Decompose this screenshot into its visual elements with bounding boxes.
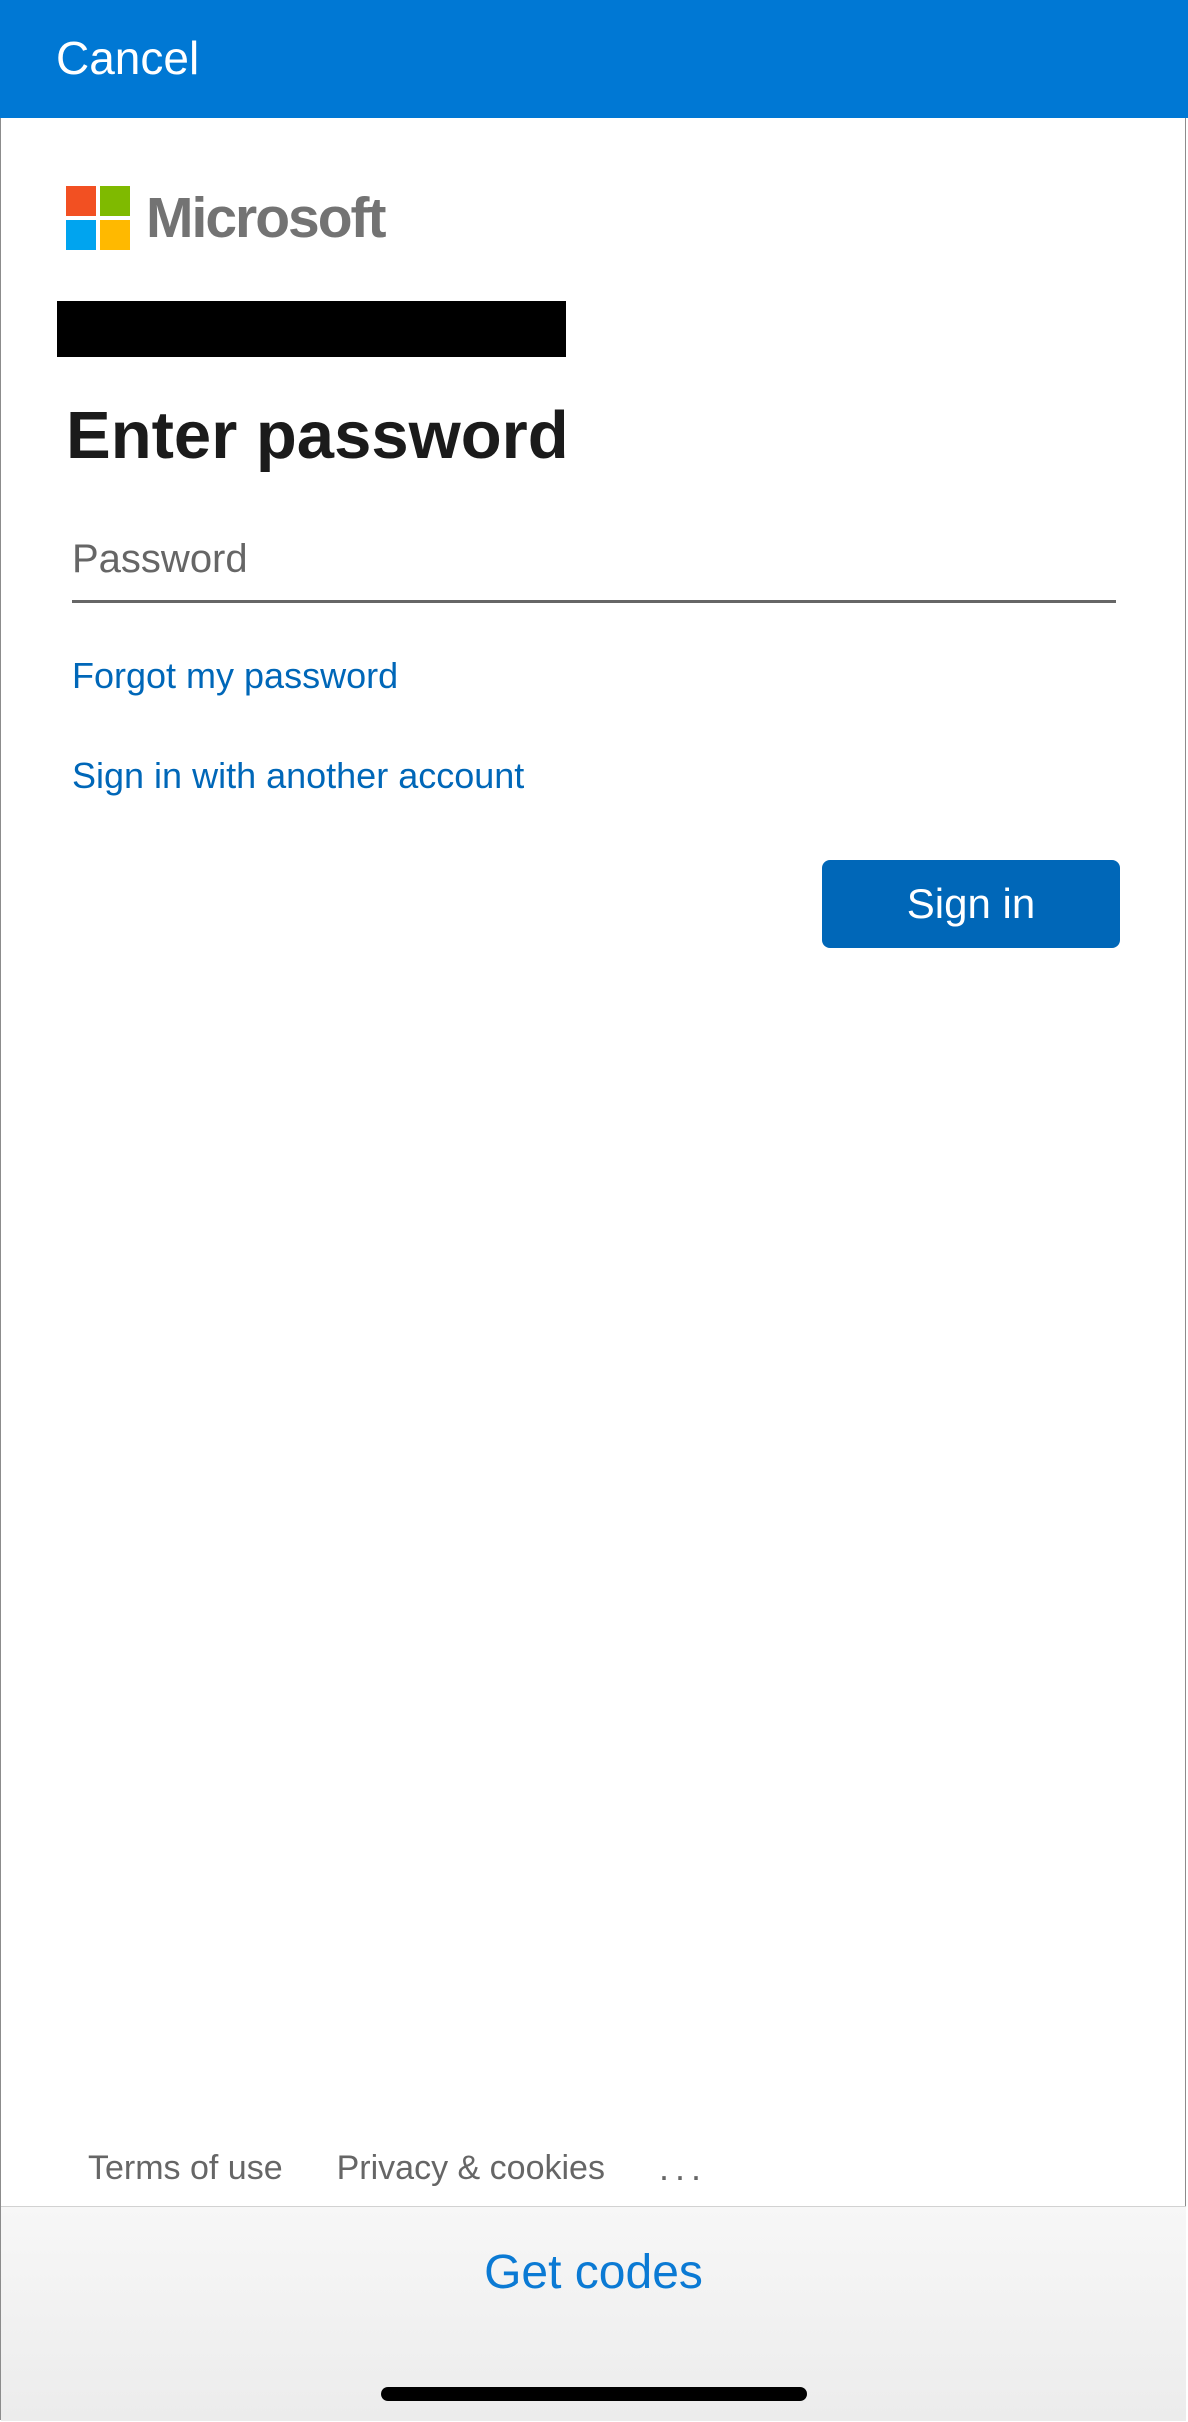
- more-options-icon[interactable]: ...: [659, 2144, 707, 2192]
- terms-of-use-link[interactable]: Terms of use: [88, 2144, 283, 2192]
- forgot-password-link[interactable]: Forgot my password: [72, 652, 398, 700]
- logo-square-red: [66, 186, 96, 216]
- get-codes-button[interactable]: Get codes: [1, 2241, 1186, 2305]
- logo-square-blue: [66, 220, 96, 250]
- app-frame: [0, 0, 1186, 2420]
- microsoft-logo: Microsoft: [66, 186, 386, 250]
- logo-square-yellow: [100, 220, 130, 250]
- logo-square-green: [100, 186, 130, 216]
- cancel-button[interactable]: Cancel: [56, 28, 199, 88]
- bottom-bar: Get codes: [1, 2206, 1186, 2421]
- redacted-account-name: [57, 301, 566, 357]
- privacy-cookies-link[interactable]: Privacy & cookies: [337, 2144, 605, 2192]
- page-title: Enter password: [66, 398, 569, 473]
- password-field-container: [72, 518, 1116, 604]
- footer-links: Terms of use Privacy & cookies ...: [88, 2144, 707, 2192]
- sign-in-button[interactable]: Sign in: [822, 860, 1120, 948]
- microsoft-logo-icon: [66, 186, 130, 250]
- top-bar: Cancel: [0, 0, 1188, 118]
- home-indicator[interactable]: [381, 2387, 807, 2401]
- brand-name: Microsoft: [146, 186, 386, 250]
- password-input[interactable]: [72, 518, 1116, 603]
- sign-in-another-account-link[interactable]: Sign in with another account: [72, 752, 524, 800]
